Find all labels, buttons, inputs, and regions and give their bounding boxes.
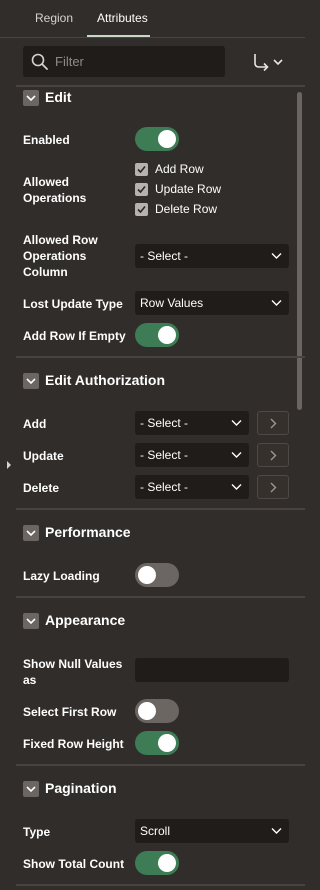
lazy-loading-label: Lazy Loading [23, 569, 100, 583]
go-to-group-button[interactable] [250, 50, 286, 74]
update-authorization-select[interactable]: - Select - [135, 443, 249, 467]
tab-attributes[interactable]: Attributes [97, 11, 148, 25]
select-value: Scroll [140, 824, 171, 838]
allowed-operations-label: Allowed Operations [23, 175, 87, 205]
tab-bar: Region Attributes [0, 0, 305, 38]
section-title: Performance [45, 524, 131, 540]
chevron-down-icon [231, 484, 242, 490]
lost-update-type-label: Lost Update Type [23, 297, 123, 311]
section-divider [16, 596, 305, 598]
update-row-label: Update Row [155, 182, 222, 196]
filter-box [23, 46, 225, 77]
collapse-icon [23, 613, 39, 629]
show-total-count-label: Show Total Count [23, 857, 125, 871]
add-row-label: Add Row [155, 162, 204, 176]
collapse-drawer-handle[interactable] [0, 452, 13, 478]
delete-authorization-select[interactable]: - Select - [135, 475, 249, 499]
add-row-if-empty-label: Add Row If Empty [23, 329, 126, 343]
lost-update-type-select[interactable]: Row Values [135, 291, 289, 315]
collapse-icon [23, 781, 39, 797]
chevron-down-icon [271, 253, 282, 259]
tab-region[interactable]: Region [35, 11, 73, 25]
chevron-down-icon [271, 828, 282, 834]
add-authorization-select[interactable]: - Select - [135, 411, 249, 435]
filter-input[interactable] [55, 46, 220, 77]
row-operations-column-select[interactable]: - Select - [135, 244, 289, 268]
chevron-right-icon [270, 450, 277, 461]
enabled-label: Enabled [23, 133, 70, 147]
section-divider [16, 85, 305, 87]
section-divider [16, 764, 305, 766]
section-title: Pagination [45, 780, 117, 796]
section-divider [16, 508, 305, 510]
chevron-down-icon [271, 300, 282, 306]
update-authorization-label: Update [23, 449, 64, 463]
delete-authorization-label: Delete [23, 481, 60, 495]
select-value: Row Values [140, 296, 204, 310]
tab-bar-divider [0, 37, 305, 38]
checkbox-checked-icon [135, 183, 148, 196]
vertical-scrollbar[interactable] [297, 92, 302, 410]
delete-row-label: Delete Row [155, 202, 218, 216]
section-title: Appearance [45, 612, 126, 628]
collapse-icon [23, 90, 39, 106]
collapse-icon [23, 525, 39, 541]
add-row-if-empty-toggle[interactable] [135, 323, 179, 347]
section-divider [16, 356, 305, 358]
checkbox-checked-icon [135, 163, 148, 176]
chevron-right-icon [270, 482, 277, 493]
show-null-values-label: Show Null Values as [23, 657, 123, 687]
section-divider [16, 884, 305, 886]
section-title: Edit Authorization [45, 372, 166, 388]
chevron-down-icon [231, 452, 242, 458]
show-null-values-input[interactable] [135, 658, 289, 682]
select-value: - Select - [140, 416, 189, 430]
select-value: - Select - [140, 480, 189, 494]
pagination-type-label: Type [23, 825, 51, 839]
add-authorization-goto-button[interactable] [257, 411, 289, 435]
select-value: - Select - [140, 249, 189, 263]
delete-authorization-goto-button[interactable] [257, 475, 289, 499]
lazy-loading-toggle[interactable] [135, 563, 179, 587]
property-editor-panel: Region Attributes Edit Enabled Allo [0, 0, 305, 890]
fixed-row-height-toggle[interactable] [135, 731, 179, 755]
select-first-row-toggle[interactable] [135, 699, 179, 723]
row-operations-column-label: Allowed Row Operations Column [23, 233, 98, 279]
search-icon [31, 53, 48, 70]
update-authorization-goto-button[interactable] [257, 443, 289, 467]
pagination-type-select[interactable]: Scroll [135, 819, 289, 843]
select-value: - Select - [140, 448, 189, 462]
add-authorization-label: Add [23, 417, 47, 431]
caret-right-icon [7, 461, 11, 469]
go-to-group-icon [254, 54, 283, 72]
collapse-icon [23, 373, 39, 389]
chevron-down-icon [231, 420, 242, 426]
select-first-row-label: Select First Row [23, 705, 117, 719]
show-total-count-toggle[interactable] [135, 851, 179, 875]
checkbox-checked-icon [135, 203, 148, 216]
section-title: Edit [45, 89, 72, 105]
fixed-row-height-label: Fixed Row Height [23, 737, 124, 751]
enabled-toggle[interactable] [135, 127, 179, 151]
chevron-right-icon [270, 418, 277, 429]
